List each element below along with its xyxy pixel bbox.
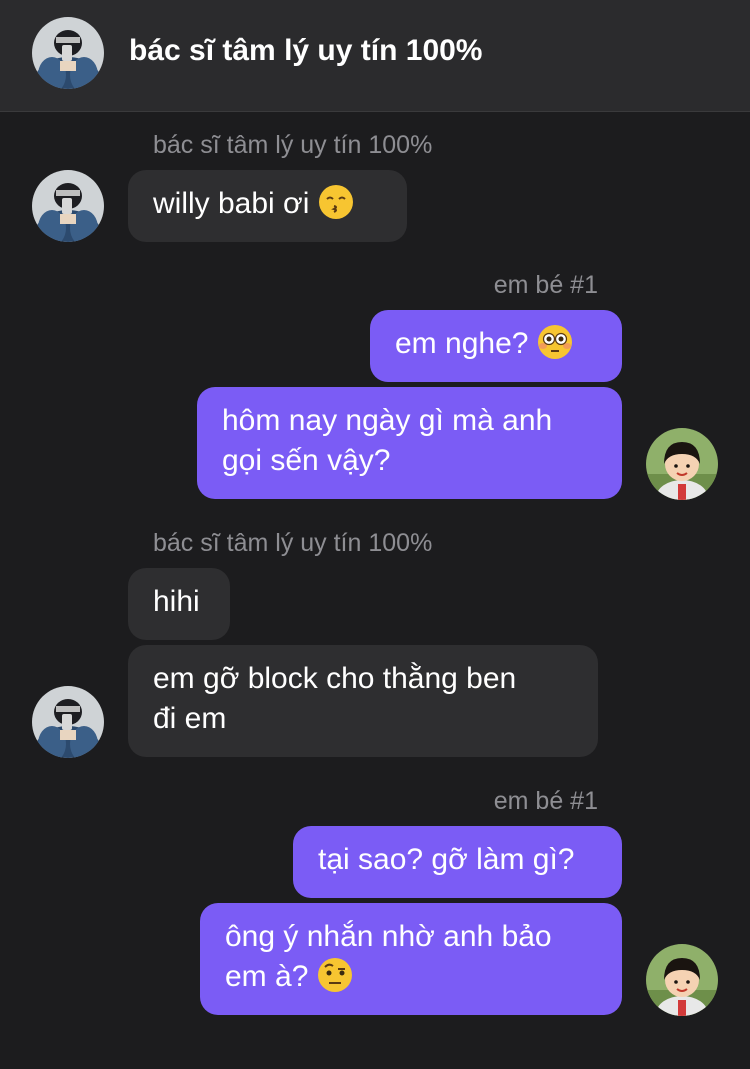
sender-avatar[interactable] (32, 686, 104, 758)
message-text-line: hôm nay ngày gì mà anh (222, 404, 553, 437)
message-text-line-with-emoji: em à? (225, 957, 597, 997)
message-bubble[interactable]: em nghe? (370, 310, 622, 382)
message-bubble[interactable]: hôm nay ngày gì mà anh gọi sến vậy? (197, 387, 622, 499)
message-text-line: ông ý nhắn nhờ anh bảo (225, 920, 552, 953)
message-text: hihi (153, 585, 200, 618)
message-bubble[interactable]: willy babi ơi (128, 170, 407, 242)
my-avatar[interactable] (646, 944, 718, 1016)
kissing-face-icon (318, 184, 354, 220)
message-text: willy babi ơi (153, 187, 310, 220)
sender-name: bác sĩ tâm lý uy tín 100% (153, 131, 433, 159)
sender-name: em bé #1 (493, 271, 598, 299)
message-bubble[interactable]: em gỡ block cho thằng ben đi em (128, 645, 598, 757)
my-avatar[interactable] (646, 428, 718, 500)
chat-title: bác sĩ tâm lý uy tín 100% (129, 34, 483, 67)
contact-avatar[interactable] (32, 17, 104, 89)
flushed-face-icon (537, 324, 573, 360)
sender-name: bác sĩ tâm lý uy tín 100% (153, 529, 433, 557)
message-text: em à? (225, 960, 309, 993)
message-text-line: em gỡ block cho thằng ben (153, 662, 517, 695)
message-bubble[interactable]: ông ý nhắn nhờ anh bảo em à? (200, 903, 622, 1015)
chat-window: bác sĩ tâm lý uy tín 100% bác sĩ tâm lý … (0, 0, 750, 1069)
message-text: tại sao? gỡ làm gì? (318, 843, 575, 876)
sender-name: em bé #1 (493, 787, 598, 815)
message-bubble[interactable]: tại sao? gỡ làm gì? (293, 826, 622, 898)
message-text-line: gọi sến vậy? (222, 444, 391, 477)
message-text: em nghe? (395, 327, 529, 360)
message-bubble[interactable]: hihi (128, 568, 230, 640)
chat-header[interactable]: bác sĩ tâm lý uy tín 100% (0, 0, 750, 112)
raised-eyebrow-face-icon (317, 957, 353, 993)
message-text-line: đi em (153, 702, 227, 735)
sender-avatar[interactable] (32, 170, 104, 242)
